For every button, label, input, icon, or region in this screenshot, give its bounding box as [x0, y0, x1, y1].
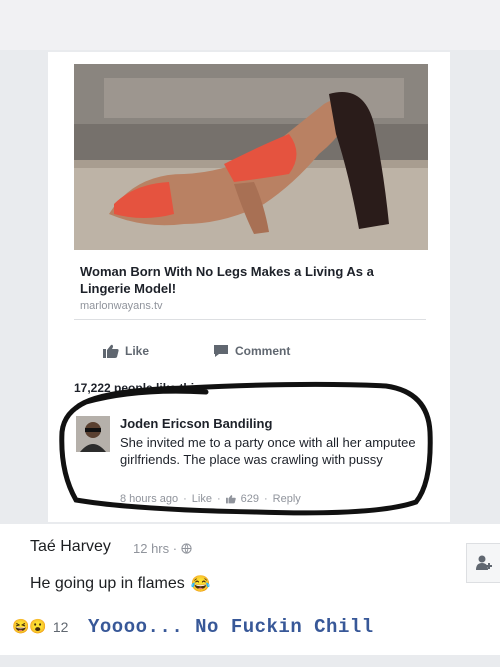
like-label: Like	[125, 344, 150, 358]
top-band	[0, 0, 500, 50]
reply-text-large: Yoooo... No Fuckin Chill	[88, 616, 374, 638]
bottom-bar	[0, 655, 500, 667]
meta-separator: ·	[264, 493, 268, 505]
reply-time: 12 hrs ·	[133, 541, 192, 556]
like-button[interactable]: Like	[103, 344, 149, 358]
reply-time-text[interactable]: 12 hrs ·	[133, 541, 177, 556]
reaction-emojis-icon: 😆😮	[12, 618, 47, 634]
add-friend-button[interactable]	[466, 543, 500, 583]
thumbs-up-icon	[103, 344, 119, 358]
avatar[interactable]	[76, 416, 110, 452]
comment-label: Comment	[235, 344, 291, 358]
reply-body: He going up in flames 😂	[30, 574, 211, 594]
avatar-image	[76, 416, 110, 452]
likes-summary[interactable]: 17,222 people like this.	[74, 381, 204, 395]
comment-like-link[interactable]: Like	[192, 493, 212, 505]
laughing-emoji-icon: 😂	[190, 576, 211, 593]
speech-bubble-icon	[214, 345, 228, 357]
comment-time[interactable]: 8 hours ago	[120, 493, 178, 505]
comment-text: She invited me to a party once with all …	[120, 435, 416, 467]
reaction-summary[interactable]: 😆😮 12	[12, 618, 68, 635]
reaction-count: 12	[52, 618, 69, 635]
globe-icon	[181, 543, 192, 554]
comment-button[interactable]: Comment	[213, 344, 290, 358]
link-domain: marlonwayans.tv	[80, 300, 163, 312]
add-friend-icon	[475, 555, 492, 570]
comment-reaction-count[interactable]: 629	[241, 493, 259, 505]
photo-illustration	[74, 64, 428, 250]
link-preview-image[interactable]	[74, 64, 428, 250]
meta-separator: ·	[183, 493, 187, 505]
comment-author[interactable]: Joden Ericson Bandiling	[120, 416, 272, 431]
divider	[74, 319, 426, 320]
thumbs-up-icon	[225, 495, 236, 504]
meta-separator: ·	[216, 493, 221, 505]
reply-author[interactable]: Taé Harvey	[30, 538, 111, 556]
comment-reply-link[interactable]: Reply	[273, 493, 301, 505]
reply-text: He going up in flames	[30, 575, 185, 592]
link-title[interactable]: Woman Born With No Legs Makes a Living A…	[80, 263, 420, 297]
comment-meta: 8 hours ago · Like · 629 · Reply	[120, 493, 301, 505]
